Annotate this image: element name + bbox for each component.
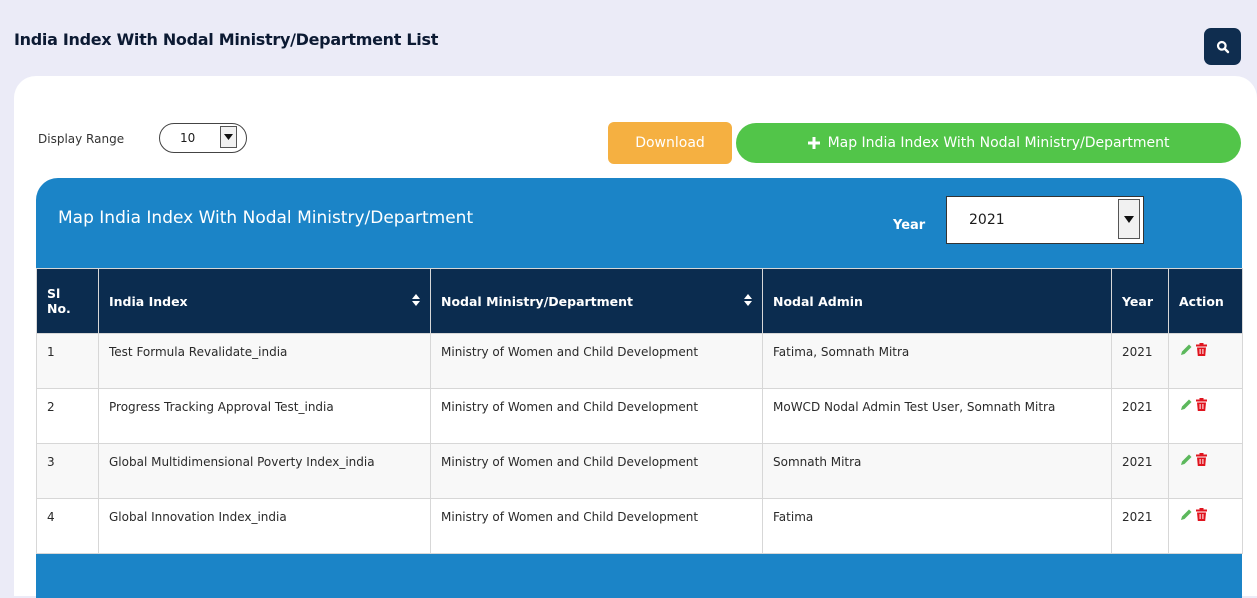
page-title: India Index With Nodal Ministry/Departme… bbox=[14, 30, 439, 49]
table-header-row: Sl No. India Index Nodal Ministry/Depart… bbox=[36, 268, 1243, 334]
table-row: 1 Test Formula Revalidate_india Ministry… bbox=[36, 333, 1243, 389]
table-row: 2 Progress Tracking Approval Test_india … bbox=[36, 388, 1243, 444]
cell-nodal-admin: Fatima bbox=[762, 498, 1112, 554]
index-table: Sl No. India Index Nodal Ministry/Depart… bbox=[36, 268, 1243, 554]
header-nodal-admin: Nodal Admin bbox=[762, 268, 1112, 334]
table-row: 3 Global Multidimensional Poverty Index_… bbox=[36, 443, 1243, 499]
display-range-value: 10 bbox=[180, 131, 196, 145]
header-nodal-ministry[interactable]: Nodal Ministry/Department bbox=[430, 268, 763, 334]
delete-icon[interactable] bbox=[1196, 508, 1207, 521]
cell-india-index: Test Formula Revalidate_india bbox=[98, 333, 431, 389]
cell-india-index: Progress Tracking Approval Test_india bbox=[98, 388, 431, 444]
display-range-label: Display Range bbox=[38, 132, 125, 146]
cell-sl-no: 3 bbox=[36, 443, 99, 499]
year-select-value: 2021 bbox=[969, 212, 1005, 228]
cell-nodal-ministry: Ministry of Women and Child Development bbox=[430, 443, 763, 499]
chevron-down-icon[interactable] bbox=[220, 126, 237, 148]
delete-icon[interactable] bbox=[1196, 343, 1207, 356]
cell-year: 2021 bbox=[1111, 443, 1169, 499]
sort-icon[interactable] bbox=[744, 294, 752, 306]
cell-nodal-ministry: Ministry of Women and Child Development bbox=[430, 498, 763, 554]
header-action: Action bbox=[1168, 268, 1243, 334]
display-range-select[interactable]: 10 bbox=[159, 123, 247, 153]
cell-nodal-admin: Fatima, Somnath Mitra bbox=[762, 333, 1112, 389]
cell-year: 2021 bbox=[1111, 333, 1169, 389]
map-index-button[interactable]: Map India Index With Nodal Ministry/Depa… bbox=[736, 123, 1241, 163]
cell-nodal-admin: MoWCD Nodal Admin Test User, Somnath Mit… bbox=[762, 388, 1112, 444]
cell-sl-no: 4 bbox=[36, 498, 99, 554]
cell-action bbox=[1168, 443, 1243, 499]
cell-sl-no: 1 bbox=[36, 333, 99, 389]
header-india-index[interactable]: India Index bbox=[98, 268, 431, 334]
cell-nodal-ministry: Ministry of Women and Child Development bbox=[430, 388, 763, 444]
search-button[interactable] bbox=[1204, 28, 1241, 65]
header-year: Year bbox=[1111, 268, 1169, 334]
cell-year: 2021 bbox=[1111, 388, 1169, 444]
edit-icon[interactable] bbox=[1181, 454, 1192, 465]
cell-action bbox=[1168, 333, 1243, 389]
cell-india-index: Global Multidimensional Poverty Index_in… bbox=[98, 443, 431, 499]
panel-title: Map India Index With Nodal Ministry/Depa… bbox=[58, 208, 474, 228]
sort-icon[interactable] bbox=[412, 294, 420, 306]
year-select[interactable]: 2021 bbox=[946, 196, 1144, 244]
cell-year: 2021 bbox=[1111, 498, 1169, 554]
edit-icon[interactable] bbox=[1181, 399, 1192, 410]
cell-nodal-ministry: Ministry of Women and Child Development bbox=[430, 333, 763, 389]
cell-india-index: Global Innovation Index_india bbox=[98, 498, 431, 554]
edit-icon[interactable] bbox=[1181, 344, 1192, 355]
cell-nodal-admin: Somnath Mitra bbox=[762, 443, 1112, 499]
table-row: 4 Global Innovation Index_india Ministry… bbox=[36, 498, 1243, 554]
search-icon bbox=[1216, 40, 1229, 53]
cell-sl-no: 2 bbox=[36, 388, 99, 444]
map-index-button-label: Map India Index With Nodal Ministry/Depa… bbox=[827, 135, 1170, 151]
plus-icon bbox=[807, 137, 820, 149]
edit-icon[interactable] bbox=[1181, 509, 1192, 520]
delete-icon[interactable] bbox=[1196, 453, 1207, 466]
year-filter-label: Year bbox=[893, 218, 926, 233]
download-button[interactable]: Download bbox=[608, 122, 732, 164]
header-sl-no: Sl No. bbox=[36, 268, 99, 334]
cell-action bbox=[1168, 498, 1243, 554]
chevron-down-icon[interactable] bbox=[1118, 199, 1140, 239]
delete-icon[interactable] bbox=[1196, 398, 1207, 411]
cell-action bbox=[1168, 388, 1243, 444]
